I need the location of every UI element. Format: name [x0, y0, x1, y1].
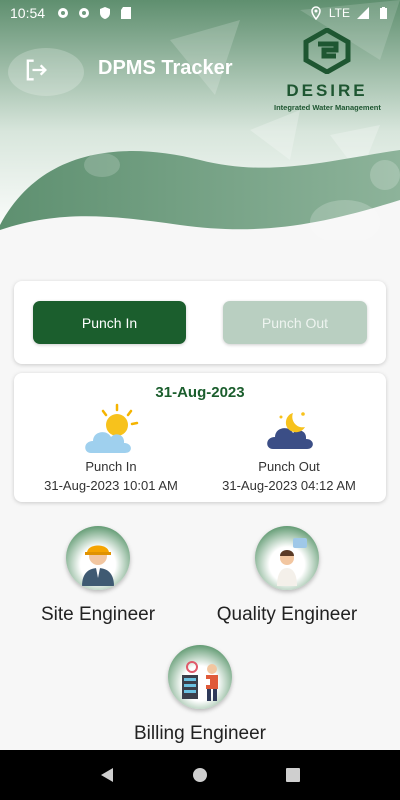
- site-engineer-label: Site Engineer: [40, 604, 156, 625]
- punch-in-time: 31-Aug-2023 10:01 AM: [44, 478, 178, 493]
- home-icon: [192, 768, 207, 782]
- company-logo: DESIRE Integrated Water Management: [274, 27, 381, 112]
- punch-in-button[interactable]: Punch In: [33, 301, 186, 344]
- attendance-date: 31-Aug-2023: [155, 384, 245, 401]
- billing-engineer-label: Billing Engineer: [133, 723, 267, 744]
- network-type: LTE: [328, 6, 350, 20]
- sd-card-icon: [119, 6, 133, 20]
- role-site-engineer[interactable]: Site Engineer: [28, 526, 168, 626]
- location-icon: [309, 6, 323, 20]
- punch-card: Punch In Punch Out: [14, 281, 386, 364]
- logout-icon: [26, 59, 47, 81]
- back-icon: [100, 768, 113, 782]
- header-banner: DPMS Tracker DESIRE Integrated Water Man…: [0, 0, 400, 240]
- recents-icon: [286, 768, 301, 782]
- logout-button[interactable]: [22, 56, 50, 84]
- billing-engineer-avatar-icon: [168, 645, 232, 709]
- home-button[interactable]: [190, 765, 210, 785]
- quality-engineer-avatar-icon: [255, 526, 319, 590]
- shield-icon: [98, 6, 112, 20]
- punch-in-summary: Punch In 31-Aug-2023 10:01 AM: [18, 403, 204, 493]
- status-time: 10:54: [10, 5, 46, 21]
- navigation-bar: [0, 750, 400, 800]
- logo-tagline: Integrated Water Management: [274, 103, 381, 112]
- punch-out-label: Punch Out: [258, 459, 320, 474]
- attendance-card: 31-Aug-2023 Punch In 31-Aug-2023 10:01 A…: [14, 373, 386, 502]
- battery-icon: [376, 6, 390, 20]
- settings-icon: [56, 6, 70, 20]
- punch-in-label: Punch In: [85, 459, 137, 474]
- punch-out-button[interactable]: Punch Out: [223, 301, 367, 344]
- back-button[interactable]: [97, 765, 117, 785]
- moon-cloud-icon: [267, 412, 313, 449]
- sun-cloud-icon: [85, 403, 139, 453]
- logo-wordmark: DESIRE: [286, 81, 368, 100]
- recents-button[interactable]: [283, 765, 303, 785]
- role-billing-engineer[interactable]: Billing Engineer: [120, 645, 280, 745]
- punch-out-summary: Punch Out 31-Aug-2023 04:12 AM: [196, 403, 382, 493]
- page-title: DPMS Tracker: [98, 57, 233, 79]
- signal-icon: [356, 6, 370, 20]
- site-engineer-avatar-icon: [66, 526, 130, 590]
- status-bar: 10:54 LTE: [0, 0, 400, 26]
- quality-engineer-label: Quality Engineer: [216, 604, 358, 625]
- punch-out-time: 31-Aug-2023 04:12 AM: [222, 478, 356, 493]
- role-quality-engineer[interactable]: Quality Engineer: [206, 526, 368, 626]
- settings-icon: [77, 6, 91, 20]
- logo-emblem-icon: [303, 27, 351, 75]
